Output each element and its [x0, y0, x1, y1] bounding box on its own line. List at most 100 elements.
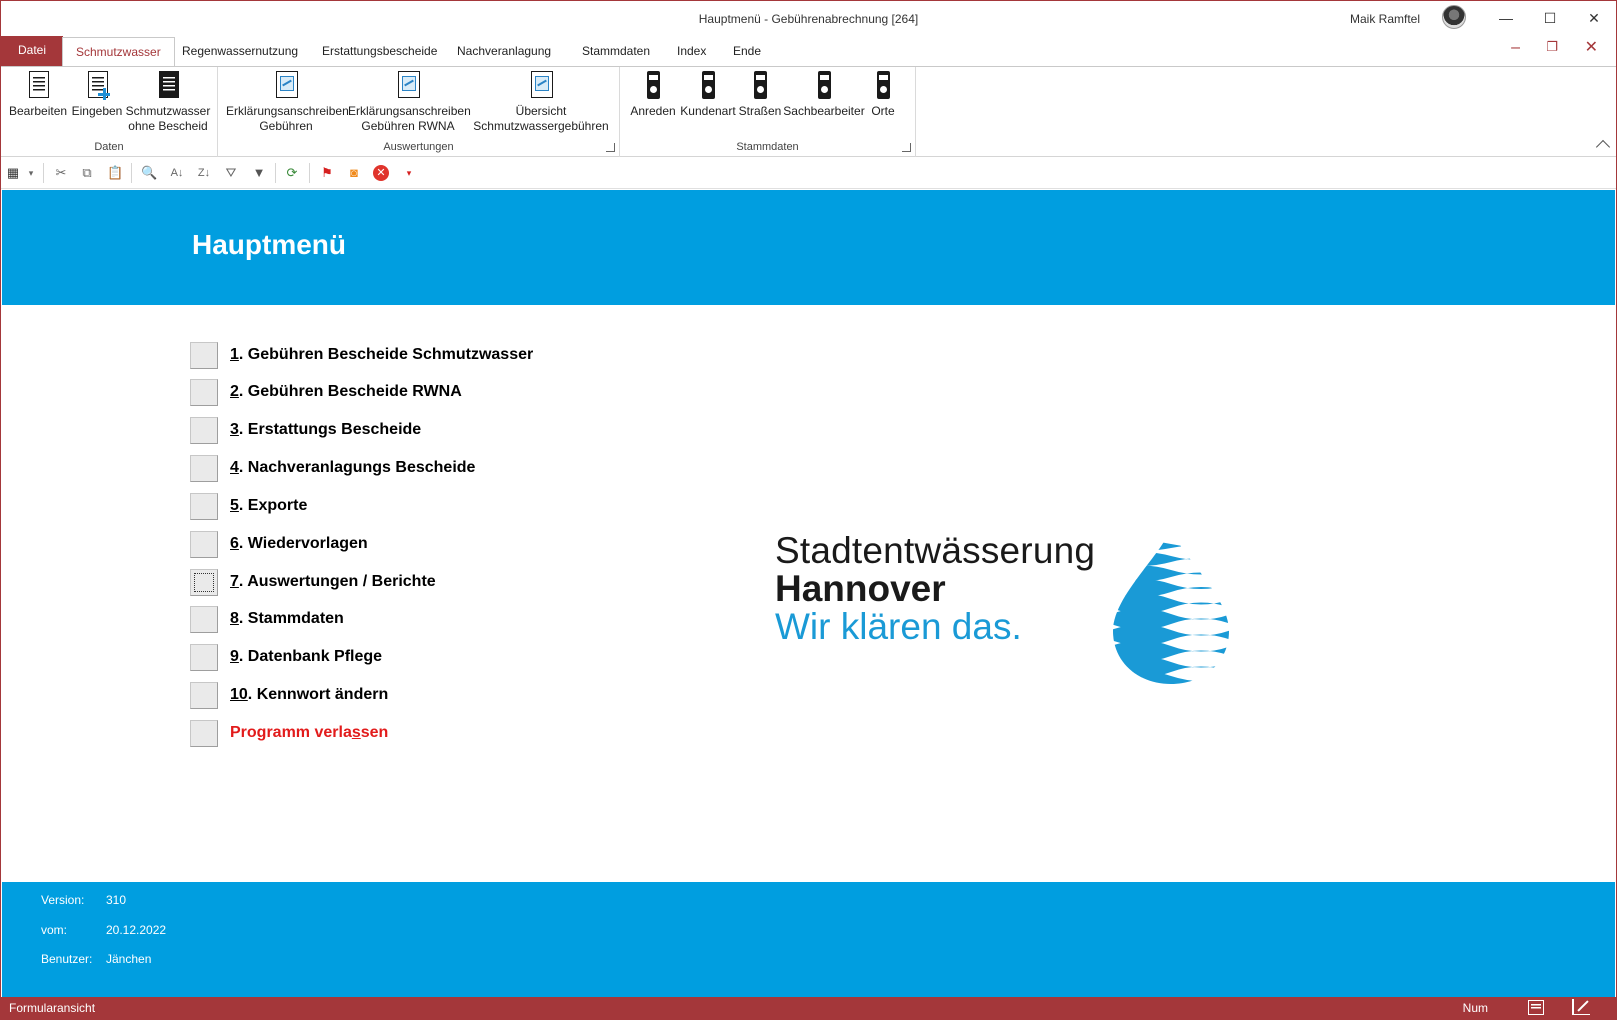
document-restore-button[interactable]: ❐ — [1546, 39, 1558, 55]
document-edit-icon — [23, 70, 53, 100]
ribbon-group-daten: Bearbeiten Eingeben Schmutzwasser ohne B… — [1, 67, 218, 157]
copy-icon[interactable]: ⧉ — [79, 165, 95, 181]
document-minimize-button[interactable]: – — [1511, 39, 1520, 57]
sort-desc-icon[interactable]: Z↓ — [196, 165, 212, 181]
user-name[interactable]: Maik Ramftel — [1350, 12, 1420, 26]
exit-button[interactable] — [190, 720, 218, 747]
tab-ende[interactable]: Ende — [720, 37, 774, 66]
binder-icon — [868, 70, 898, 100]
menu-label-9[interactable]: 9. Datenbank Pflege — [230, 648, 382, 666]
menu-label-3[interactable]: 3. Erstattungs Bescheide — [230, 421, 421, 439]
exit-label[interactable]: Programm verlassen — [230, 724, 388, 742]
menu-label-10[interactable]: 10. Kennwort ändern — [230, 686, 388, 704]
menu-label-1[interactable]: 1. Gebühren Bescheide Schmutzwasser — [230, 346, 533, 364]
sachbearbeiter-label: Sachbearbeiter — [783, 104, 865, 118]
erklaerungsanschreiben-gebuehren-button[interactable]: Erklärungsanschreiben Gebühren — [226, 70, 349, 134]
toolbar-separator — [275, 163, 276, 183]
status-num-lock: Num — [1462, 1001, 1488, 1015]
view-icon[interactable]: ▦ — [5, 165, 21, 181]
rss-icon[interactable]: ◙ — [346, 165, 362, 181]
schmutzwasser-label-line1: Schmutzwasser — [125, 104, 211, 118]
filter-icon[interactable]: ▼ — [251, 165, 267, 181]
kundenart-button[interactable]: Kundenart — [679, 70, 737, 119]
sachbearbeiter-button[interactable]: Sachbearbeiter — [783, 70, 865, 119]
menu-button-6[interactable] — [190, 531, 218, 558]
menu-label-5[interactable]: 5. Exporte — [230, 497, 307, 515]
orte-label: Orte — [871, 104, 895, 118]
strassen-button[interactable]: Straßen — [738, 70, 782, 119]
menu-button-4[interactable] — [190, 455, 218, 482]
menu-button-1[interactable] — [190, 342, 218, 369]
tab-schmutzwasser[interactable]: Schmutzwasser — [62, 37, 175, 66]
maximize-button[interactable]: ☐ — [1528, 1, 1572, 35]
menu-label-6[interactable]: 6. Wiedervorlagen — [230, 535, 368, 553]
document-close-button[interactable]: ✕ — [1585, 37, 1598, 57]
cut-icon[interactable]: ✂ — [53, 165, 69, 181]
document-list-icon — [153, 70, 183, 100]
ribbon: Bearbeiten Eingeben Schmutzwasser ohne B… — [1, 66, 1616, 157]
schmutzwasser-ohne-bescheid-button[interactable]: Schmutzwasser ohne Bescheid — [125, 70, 211, 134]
tab-nachveranlagung[interactable]: Nachveranlagung — [444, 37, 564, 66]
collapse-ribbon-icon[interactable] — [1595, 139, 1611, 155]
orte-button[interactable]: Orte — [867, 70, 899, 119]
menu-button-8[interactable] — [190, 606, 218, 633]
company-logo: Stadtentwässerung Hannover Wir klären da… — [775, 530, 1235, 700]
bearbeiten-label: Bearbeiten — [9, 104, 68, 118]
form-view-icon[interactable] — [1528, 1000, 1544, 1015]
menu-label-2[interactable]: 2. Gebühren Bescheide RWNA — [230, 383, 462, 401]
binder-icon — [809, 70, 839, 100]
menu-button-10[interactable] — [190, 682, 218, 709]
dropdown-chevron-icon[interactable]: ▾ — [23, 165, 39, 181]
menu-button-2[interactable] — [190, 379, 218, 406]
dialog-launcher-icon[interactable] — [606, 143, 615, 152]
tab-stammdaten[interactable]: Stammdaten — [569, 37, 663, 66]
status-view-mode: Formularansicht — [9, 1001, 96, 1015]
menu-button-7[interactable] — [190, 569, 218, 596]
uebersicht-schmutzwassergebuehren-button[interactable]: Übersicht Schmutzwassergebühren — [473, 70, 609, 134]
report-chart-icon — [271, 70, 301, 100]
document-add-icon — [82, 70, 112, 100]
delete-icon[interactable]: ✕ — [373, 165, 389, 181]
menu-button-5[interactable] — [190, 493, 218, 520]
erklaerungsanschreiben-rwna-button[interactable]: Erklärungsanschreiben Gebühren RWNA — [348, 70, 471, 134]
dialog-launcher-icon[interactable] — [902, 143, 911, 152]
menu-label-7[interactable]: 7. Auswertungen / Berichte — [230, 573, 436, 591]
schmutzwasser-label-line2: ohne Bescheid — [128, 119, 208, 133]
logo-line-2: Hannover — [775, 568, 946, 609]
eingeben-button[interactable]: Eingeben — [70, 70, 124, 119]
tab-regenwassernutzung[interactable]: Regenwassernutzung — [169, 37, 311, 66]
ueb-label-line1: Übersicht — [515, 104, 567, 118]
flag-icon[interactable]: ⚑ — [319, 165, 335, 181]
menu-label-4[interactable]: 4. Nachveranlagungs Bescheide — [230, 459, 475, 477]
find-icon[interactable]: 🔍 — [141, 165, 157, 181]
menu-label-8[interactable]: 8. Stammdaten — [230, 610, 344, 628]
group-label-daten: Daten — [94, 141, 124, 153]
menu-button-3[interactable] — [190, 417, 218, 444]
status-bar: Formularansicht Num — [1, 997, 1616, 1019]
anreden-button[interactable]: Anreden — [628, 70, 678, 119]
customize-icon[interactable]: ▾ — [401, 165, 417, 181]
tab-erstattungsbescheide[interactable]: Erstattungsbescheide — [309, 37, 450, 66]
design-view-icon[interactable] — [1572, 999, 1590, 1015]
avatar[interactable] — [1442, 5, 1466, 29]
quick-access-toolbar: ▦ ▾ ✂ ⧉ 📋 🔍 A↓ Z↓ ⛛ ▼ ⟳ ⚑ ◙ ✕ ▾ — [1, 158, 1616, 189]
menu-button-9[interactable] — [190, 644, 218, 671]
anreden-label: Anreden — [630, 104, 676, 118]
logo-line-1: Stadtentwässerung — [775, 530, 1096, 571]
binder-icon — [638, 70, 668, 100]
paste-icon[interactable]: 📋 — [107, 165, 123, 181]
tab-index[interactable]: Index — [664, 37, 719, 66]
page-title: Hauptmenü — [192, 229, 346, 260]
title-bar: Hauptmenü - Gebührenabrechnung [264] Mai… — [1, 1, 1616, 35]
sort-asc-icon[interactable]: A↓ — [169, 165, 185, 181]
bearbeiten-button[interactable]: Bearbeiten — [9, 70, 67, 119]
refresh-icon[interactable]: ⟳ — [284, 165, 300, 181]
minimize-button[interactable]: — — [1484, 1, 1528, 35]
binder-icon — [745, 70, 775, 100]
user-value: Jänchen — [106, 952, 152, 966]
tab-datei[interactable]: Datei — [1, 36, 63, 66]
close-button[interactable]: ✕ — [1572, 1, 1616, 35]
logo-line-3: Wir klären das. — [775, 606, 1022, 647]
main-form: Hauptmenü 1. Gebühren Bescheide Schmutzw… — [2, 190, 1615, 997]
filter-advanced-icon[interactable]: ⛛ — [223, 165, 239, 181]
